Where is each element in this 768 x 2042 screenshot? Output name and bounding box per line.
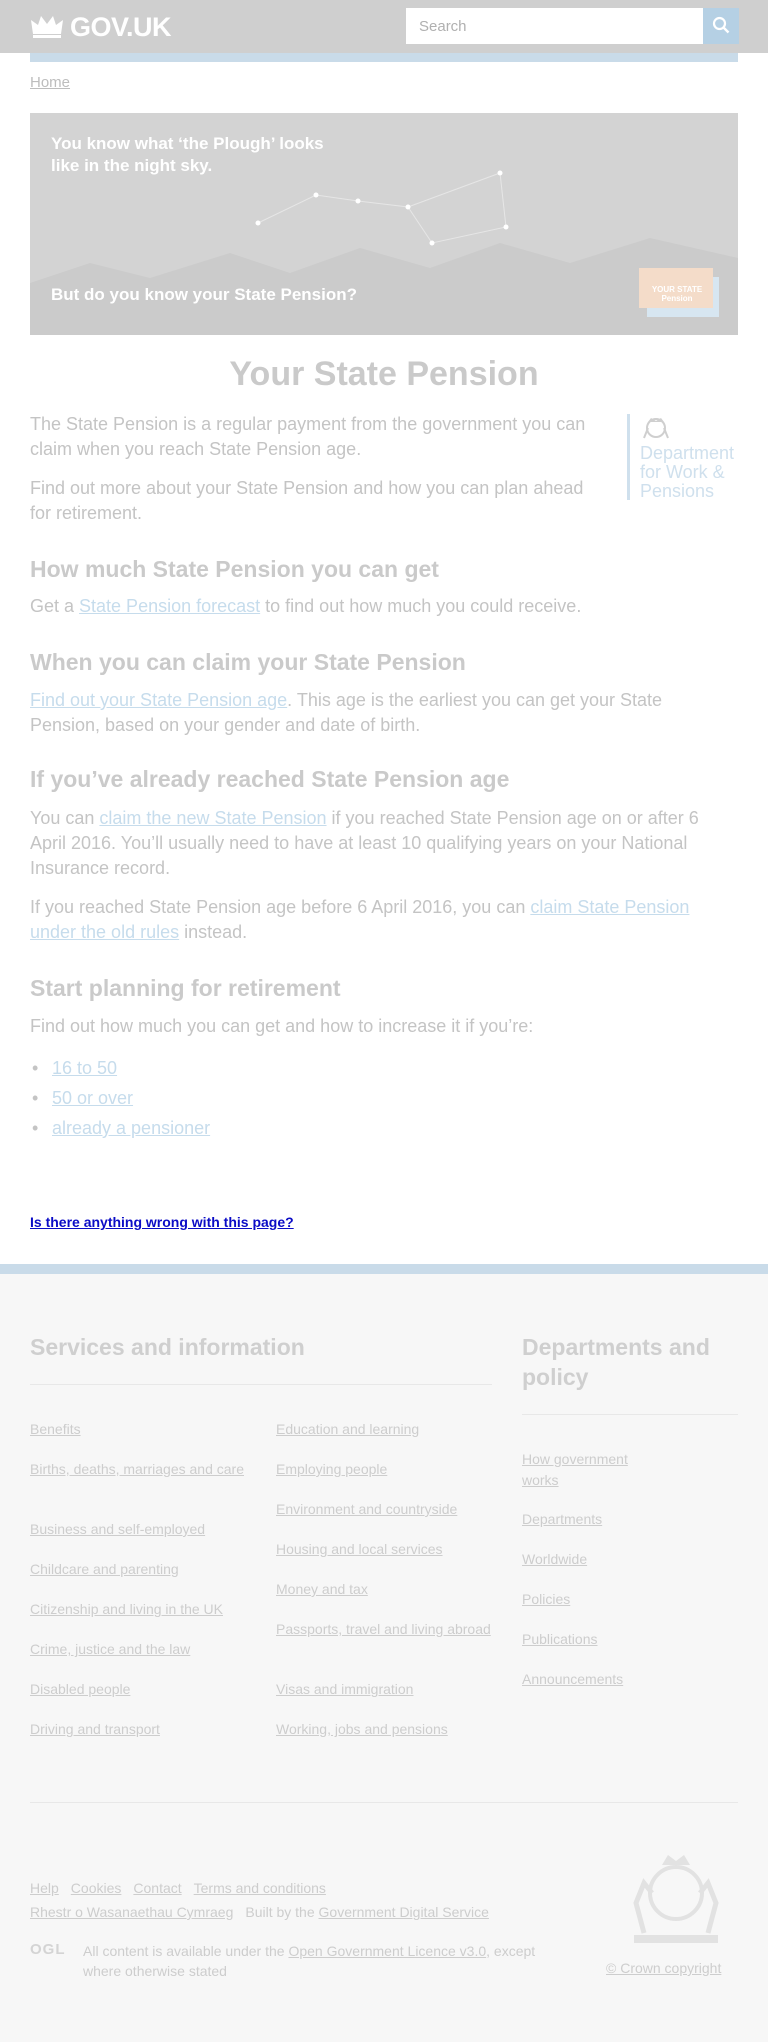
- header-accent-bar: [30, 53, 738, 62]
- footer-link[interactable]: Announcements: [522, 1669, 702, 1690]
- list-item: 16 to 50: [30, 1053, 210, 1083]
- crown-icon: [30, 12, 70, 43]
- section-paragraph: Find out how much you can get and how to…: [30, 1016, 534, 1036]
- state-pension-forecast-link[interactable]: State Pension forecast: [79, 596, 260, 616]
- report-problem-link[interactable]: Is there anything wrong with this page?: [30, 1214, 294, 1230]
- footer-link[interactable]: Housing and local services: [276, 1539, 496, 1560]
- section-paragraph: Find out your State Pension age. This ag…: [30, 688, 710, 738]
- footer-link[interactable]: Education and learning: [276, 1419, 496, 1440]
- footer-link[interactable]: Employing people: [276, 1459, 496, 1480]
- footer-link[interactable]: Driving and transport: [30, 1719, 250, 1740]
- footer-link[interactable]: Environment and countryside: [276, 1499, 496, 1520]
- footer-divider: [522, 1414, 738, 1415]
- meta-link-help[interactable]: Help: [30, 1880, 59, 1896]
- footer-link[interactable]: Childcare and parenting: [30, 1559, 250, 1580]
- section-heading: How much State Pension you can get: [30, 556, 439, 582]
- badge-text: YOUR STATE Pension: [651, 285, 703, 303]
- licence-text: All content is available under the Open …: [83, 1941, 553, 1981]
- footer-heading-departments: Departments and policy: [522, 1334, 710, 1390]
- meta-link-cookies[interactable]: Cookies: [71, 1880, 122, 1896]
- footer-divider: [30, 1384, 492, 1385]
- royal-coat-of-arms-icon: [633, 1855, 719, 1943]
- footer-divider: [30, 1802, 738, 1803]
- section-paragraph: You can claim the new State Pension if y…: [30, 806, 710, 881]
- footer-link[interactable]: Disabled people: [30, 1679, 250, 1700]
- footer-link[interactable]: Citizenship and living in the UK: [30, 1599, 260, 1620]
- footer-link[interactable]: Crime, justice and the law: [30, 1639, 250, 1660]
- section-heading: When you can claim your State Pension: [30, 649, 466, 675]
- page-title: Your State Pension: [229, 355, 539, 393]
- breadcrumb-home[interactable]: Home: [30, 74, 70, 91]
- intro-paragraph: Find out more about your State Pension a…: [30, 478, 584, 523]
- paragraph-text: to find out how much you could receive.: [260, 596, 582, 616]
- section-heading: Start planning for retirement: [30, 975, 341, 1001]
- paragraph-text: instead.: [179, 922, 248, 942]
- state-pension-age-link[interactable]: Find out your State Pension age: [30, 690, 287, 710]
- search-button[interactable]: [703, 8, 739, 44]
- search-input[interactable]: [406, 8, 703, 44]
- gds-link[interactable]: Government Digital Service: [319, 1904, 489, 1920]
- footer-link[interactable]: Visas and immigration: [276, 1679, 496, 1700]
- paragraph-text: Get a: [30, 596, 80, 616]
- footer-link[interactable]: Passports, travel and living abroad: [276, 1619, 496, 1640]
- meta-link-terms[interactable]: Terms and conditions: [194, 1880, 326, 1896]
- royal-crest-icon: [640, 414, 739, 442]
- intro-paragraph: The State Pension is a regular payment f…: [30, 414, 586, 459]
- link-already-a-pensioner[interactable]: already a pensioner: [52, 1118, 210, 1138]
- footer-link[interactable]: Births, deaths, marriages and care: [30, 1459, 250, 1480]
- paragraph-text: You can: [30, 808, 100, 828]
- planning-list: 16 to 50 50 or over already a pensioner: [30, 1053, 210, 1143]
- footer-accent-bar: [0, 1264, 768, 1274]
- footer-heading-services: Services and information: [30, 1334, 305, 1360]
- footer-link[interactable]: How government works: [522, 1449, 652, 1491]
- department-logo-link[interactable]: Department for Work & Pensions: [627, 414, 739, 501]
- hero-banner[interactable]: You know what ‘the Plough’ looks like in…: [30, 113, 738, 335]
- department-name: Department for Work & Pensions: [640, 443, 735, 501]
- site-header: GOV.UK: [0, 0, 768, 53]
- built-by-text: Built by the: [245, 1904, 319, 1920]
- meta-link-welsh[interactable]: Rhestr o Wasanaethau Cymraeg: [30, 1904, 233, 1920]
- footer-link[interactable]: Policies: [522, 1589, 702, 1610]
- footer-link[interactable]: Worldwide: [522, 1549, 702, 1570]
- hero-headline: You know what ‘the Plough’ looks like in…: [51, 134, 324, 175]
- intro: The State Pension is a regular payment f…: [30, 412, 600, 540]
- footer-link[interactable]: Publications: [522, 1629, 702, 1650]
- list-item: 50 or over: [30, 1083, 210, 1113]
- footer-meta-links: Help Cookies Contact Terms and conditions R…: [30, 1876, 489, 1924]
- footer-link[interactable]: Money and tax: [276, 1579, 496, 1600]
- section-paragraph: If you reached State Pension age before …: [30, 895, 710, 945]
- list-item: already a pensioner: [30, 1113, 210, 1143]
- govuk-logo-link[interactable]: GOV.UK: [30, 11, 172, 43]
- footer-link[interactable]: Business and self-employed: [30, 1519, 250, 1540]
- section-paragraph: Get a State Pension forecast to find out…: [30, 594, 710, 619]
- link-50-or-over[interactable]: 50 or over: [52, 1088, 133, 1108]
- footer-link[interactable]: Benefits: [30, 1419, 250, 1440]
- footer-link[interactable]: Working, jobs and pensions: [276, 1719, 496, 1740]
- section-heading: If you’ve already reached State Pension …: [30, 766, 510, 792]
- crown-copyright-link[interactable]: © Crown copyright: [606, 1960, 721, 1976]
- logo-text: GOV.UK: [70, 11, 172, 42]
- meta-link-contact[interactable]: Contact: [133, 1880, 181, 1896]
- ogl-licence-link[interactable]: Open Government Licence v3.0: [288, 1943, 486, 1959]
- footer-link[interactable]: Departments: [522, 1509, 702, 1530]
- hero-subheadline: But do you know your State Pension?: [51, 285, 358, 304]
- link-16-to-50[interactable]: 16 to 50: [52, 1058, 117, 1078]
- licence-pre: All content is available under the: [83, 1943, 289, 1959]
- claim-new-state-pension-link[interactable]: claim the new State Pension: [99, 808, 326, 828]
- paragraph-text: If you reached State Pension age before …: [30, 897, 531, 917]
- search-icon: [712, 16, 730, 37]
- ogl-logo: OGL: [30, 1941, 66, 1958]
